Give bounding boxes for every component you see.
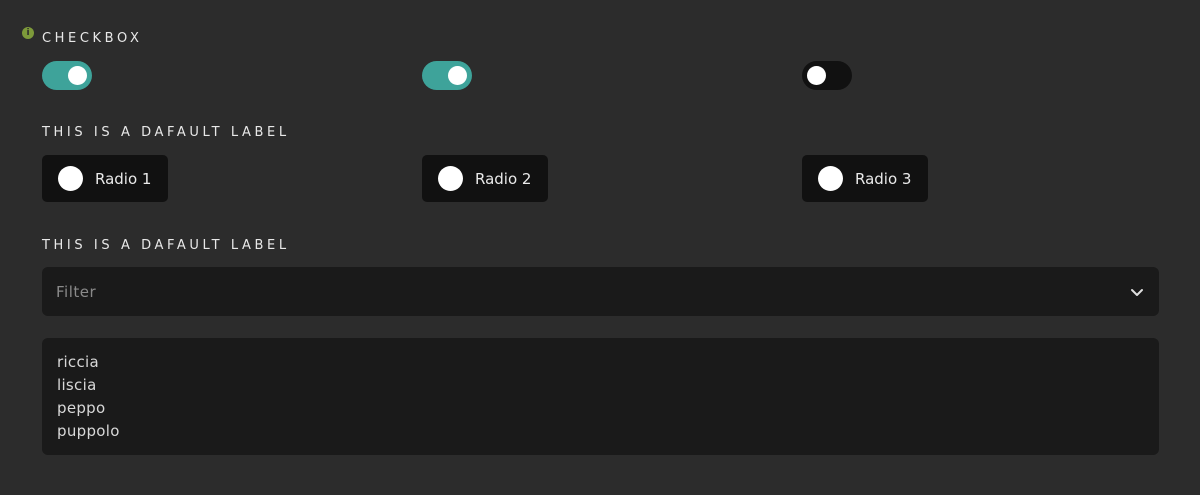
- toggle-3[interactable]: [802, 61, 852, 90]
- radio-option-1[interactable]: Radio 1: [42, 155, 169, 202]
- toggle-knob: [68, 66, 87, 85]
- filter-dropdown[interactable]: Filter: [42, 267, 1159, 316]
- radio-circle-icon: [818, 166, 843, 191]
- list-item[interactable]: riccia: [57, 351, 1144, 374]
- radio-option-2[interactable]: Radio 2: [422, 155, 549, 202]
- radio-label: Radio 3: [855, 169, 912, 188]
- radio-circle-icon: [58, 166, 83, 191]
- toggle-knob: [807, 66, 826, 85]
- list-item[interactable]: peppo: [57, 397, 1144, 420]
- toggle-2[interactable]: [422, 61, 472, 90]
- options-listbox[interactable]: riccia liscia peppo puppolo: [42, 338, 1159, 455]
- info-icon[interactable]: i: [22, 27, 34, 39]
- toggle-1[interactable]: [42, 61, 92, 90]
- select-section-label: THIS IS A DAFAULT LABEL: [42, 238, 290, 253]
- list-item[interactable]: puppolo: [57, 420, 1144, 443]
- filter-placeholder: Filter: [56, 282, 97, 301]
- list-item[interactable]: liscia: [57, 374, 1144, 397]
- chevron-down-icon[interactable]: [1129, 284, 1145, 300]
- checkbox-section-label: CHECKBOX: [42, 31, 143, 46]
- radio-section-label: THIS IS A DAFAULT LABEL: [42, 125, 290, 140]
- radio-label: Radio 1: [95, 169, 152, 188]
- radio-circle-icon: [438, 166, 463, 191]
- radio-label: Radio 2: [475, 169, 532, 188]
- toggle-knob: [448, 66, 467, 85]
- radio-option-3[interactable]: Radio 3: [802, 155, 929, 202]
